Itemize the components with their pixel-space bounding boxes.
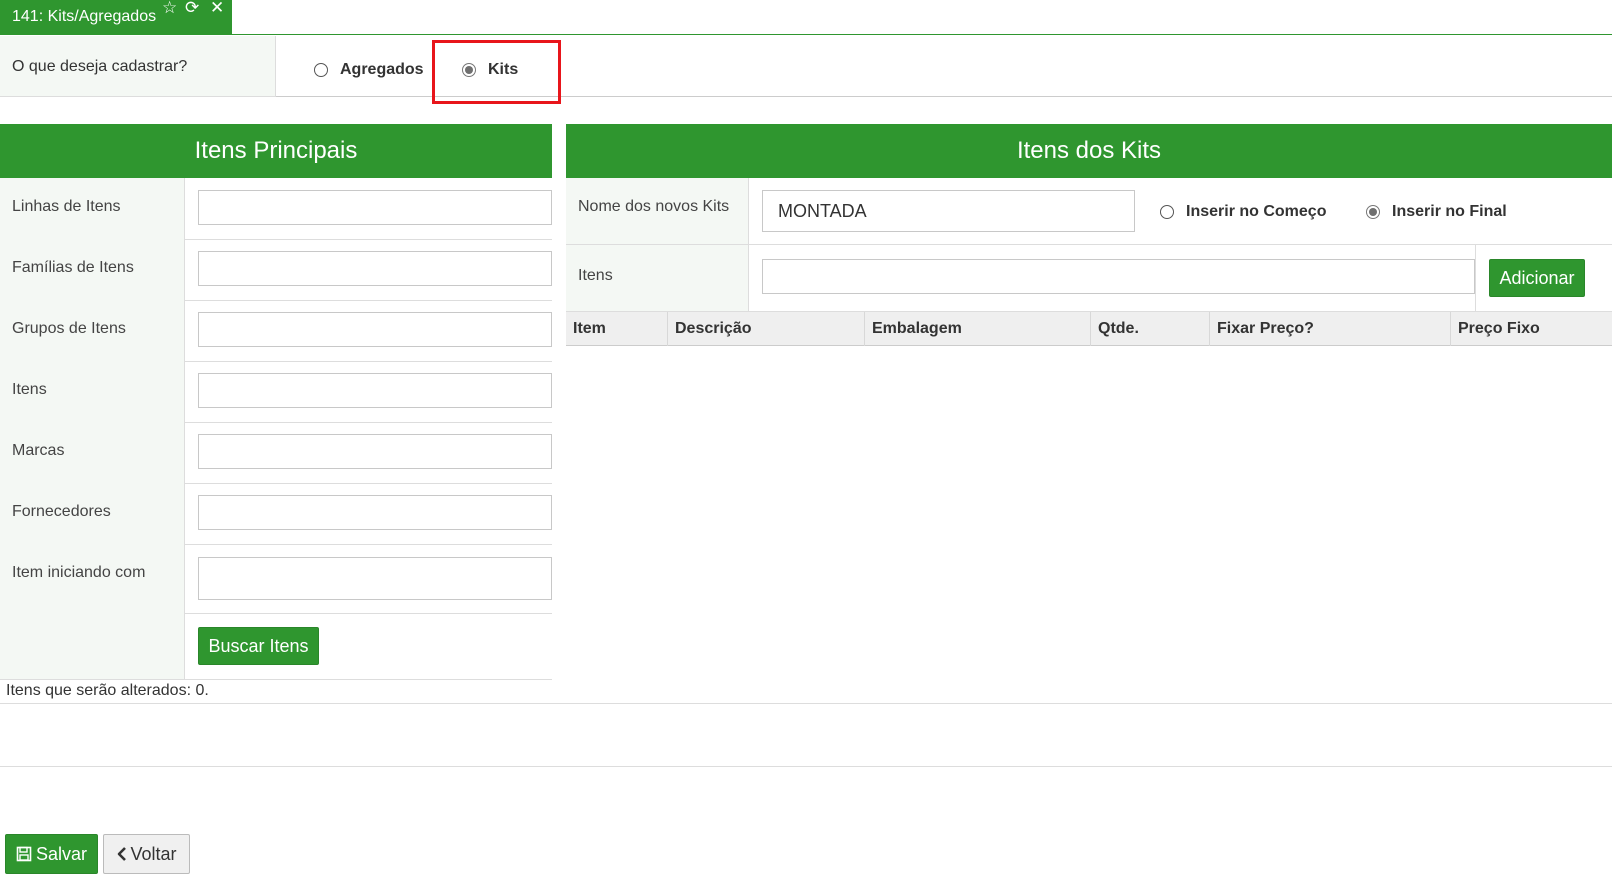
kit-name-input[interactable]: [762, 190, 1135, 232]
right-panel-header: Itens dos Kits: [566, 124, 1612, 178]
tab-title: 141: Kits/Agregados: [12, 8, 157, 25]
save-button[interactable]: Salvar: [5, 834, 98, 874]
back-button[interactable]: Voltar: [103, 834, 190, 874]
form-row-fornecedores: Fornecedores: [0, 483, 552, 545]
tab-kits-agregados[interactable]: 141: Kits/Agregados ☆ ⟳ ✕: [0, 0, 232, 35]
star-outline-icon[interactable]: ☆: [162, 0, 177, 17]
linhas-de-itens-input[interactable]: [198, 190, 552, 225]
divider: [0, 766, 1612, 767]
column-header-fixar-preco[interactable]: Fixar Preço?: [1210, 312, 1451, 346]
chevron-left-icon: [118, 847, 127, 861]
form-row-buscar: Buscar Itens: [0, 613, 552, 680]
radio-agregados-circle[interactable]: [314, 63, 328, 77]
kit-items-table-header: Item Descrição Embalagem Qtde. Fixar Pre…: [566, 311, 1612, 346]
radio-agregados[interactable]: Agregados: [314, 61, 424, 79]
right-panel-title: Itens dos Kits: [1016, 137, 1162, 164]
column-header-embalagem[interactable]: Embalagem: [865, 312, 1091, 346]
form-row-linhas: Linhas de Itens: [0, 178, 552, 240]
form-row-itens: Itens: [0, 361, 552, 423]
field-label: Fornecedores: [12, 503, 111, 520]
form-row-marcas: Marcas: [0, 422, 552, 484]
radio-inserir-final[interactable]: Inserir no Final: [1366, 203, 1507, 221]
radio-inserir-comeco-circle[interactable]: [1160, 205, 1174, 219]
itens-input[interactable]: [198, 373, 552, 408]
fornecedores-input[interactable]: [198, 495, 552, 530]
divider: [1475, 245, 1476, 311]
adicionar-button[interactable]: Adicionar: [1489, 259, 1585, 297]
radio-inserir-final-circle[interactable]: [1366, 205, 1380, 219]
divider: [749, 244, 1612, 245]
form-row-item-iniciando: Item iniciando com: [0, 544, 552, 614]
form-row-familias: Famílias de Itens: [0, 239, 552, 301]
field-label: Grupos de Itens: [12, 320, 126, 337]
refresh-icon[interactable]: ⟳: [185, 0, 199, 17]
left-panel-title: Itens Principais: [194, 137, 358, 164]
save-icon: [16, 846, 32, 862]
field-label: Famílias de Itens: [12, 259, 134, 276]
radio-inserir-comeco-label: Inserir no Começo: [1186, 203, 1327, 220]
radio-inserir-comeco[interactable]: Inserir no Começo: [1160, 203, 1326, 221]
question-label: O que deseja cadastrar?: [12, 58, 188, 75]
close-icon[interactable]: ✕: [210, 0, 224, 17]
kit-name-label-cell: Nome dos novos Kits: [566, 178, 749, 245]
item-iniciando-com-input[interactable]: [198, 557, 552, 600]
familias-de-itens-input[interactable]: [198, 251, 552, 286]
kit-name-label: Nome dos novos Kits: [578, 198, 730, 215]
column-header-descricao[interactable]: Descrição: [668, 312, 865, 346]
highlight-box: [432, 40, 561, 104]
radio-inserir-final-label: Inserir no Final: [1392, 203, 1507, 220]
back-button-label: Voltar: [130, 843, 177, 864]
items-label: Itens: [578, 267, 613, 284]
field-label: Linhas de Itens: [12, 198, 121, 215]
column-header-preco-fixo[interactable]: Preço Fixo: [1451, 312, 1612, 346]
column-header-qtde[interactable]: Qtde.: [1091, 312, 1210, 346]
left-panel-header: Itens Principais: [0, 124, 552, 178]
save-button-label: Salvar: [35, 843, 88, 864]
divider: [0, 703, 1612, 704]
form-row-grupos: Grupos de Itens: [0, 300, 552, 362]
marcas-input[interactable]: [198, 434, 552, 469]
grupos-de-itens-input[interactable]: [198, 312, 552, 347]
radio-agregados-label: Agregados: [340, 61, 424, 78]
tab-underline: [0, 34, 1612, 35]
buscar-itens-button[interactable]: Buscar Itens: [198, 627, 319, 665]
field-label: Itens: [12, 381, 47, 398]
column-header-item[interactable]: Item: [566, 312, 668, 346]
field-label: Item iniciando com: [12, 564, 146, 581]
items-label-cell: Itens: [566, 245, 749, 311]
question-label-cell: O que deseja cadastrar?: [0, 36, 276, 97]
items-changed-status: Itens que serão alterados: 0.: [6, 682, 209, 699]
field-label: Marcas: [12, 442, 65, 459]
kit-items-input[interactable]: [762, 259, 1475, 294]
